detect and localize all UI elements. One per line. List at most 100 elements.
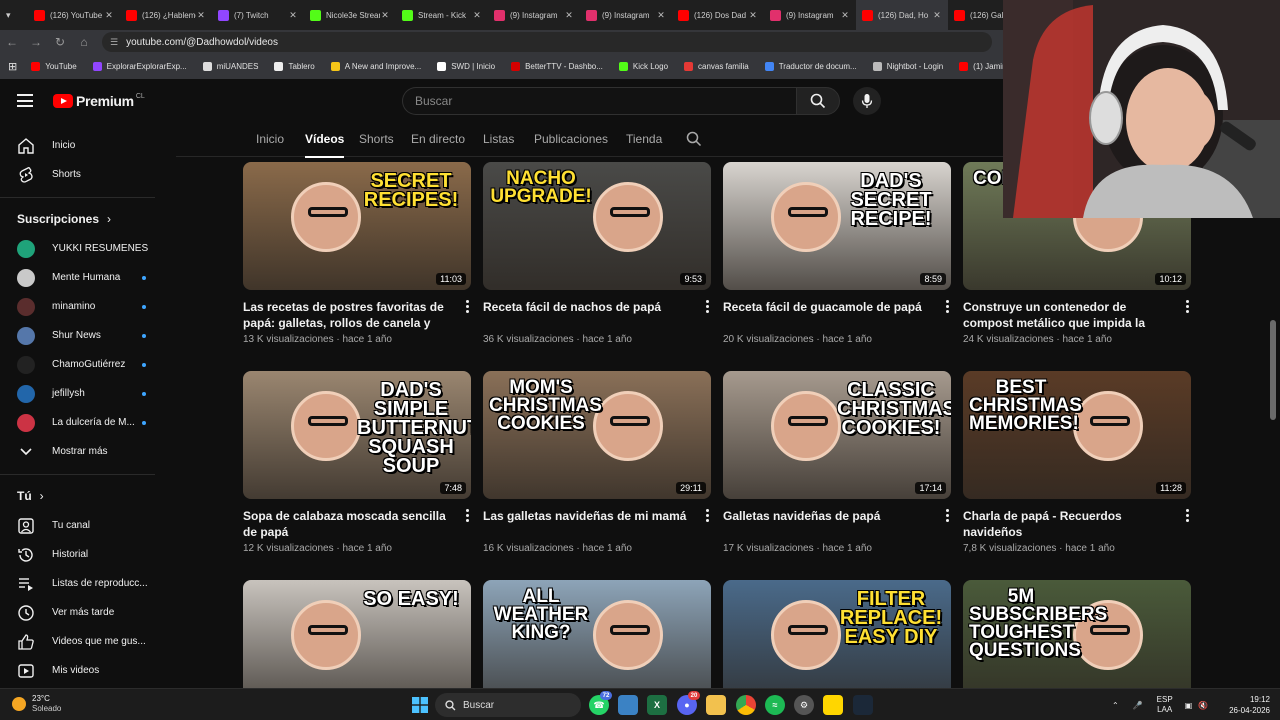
- subscriptions-heading[interactable]: Suscripciones ›: [0, 204, 170, 234]
- taskbar-search[interactable]: Buscar: [435, 693, 581, 717]
- more-options-icon[interactable]: [1185, 509, 1189, 524]
- video-title[interactable]: Receta fácil de guacamole de papá: [723, 299, 935, 331]
- tab-vídeos[interactable]: Vídeos: [305, 132, 345, 158]
- bookmark-item[interactable]: Traductor de docum...: [764, 62, 857, 71]
- video-thumbnail[interactable]: DAD'S SIMPLE BUTTERNUT SQUASH SOUP 7:48: [243, 371, 471, 499]
- tab-close-icon[interactable]: ✕: [748, 10, 758, 21]
- youtube-logo[interactable]: Premium CL: [53, 93, 145, 109]
- more-options-icon[interactable]: [945, 509, 949, 524]
- tab-publicaciones[interactable]: Publicaciones: [534, 132, 608, 146]
- bookmark-item[interactable]: BetterTTV - Dashbo...: [511, 62, 603, 71]
- browser-tab[interactable]: (9) Instagram ✕: [580, 0, 672, 30]
- video-card[interactable]: MOM'S CHRISTMAS COOKIES 29:11 Las galletas…: [483, 371, 711, 557]
- video-card[interactable]: CLASSIC CHRISTMAS COOKIES! 17:14 Galletas …: [723, 371, 951, 557]
- video-thumbnail[interactable]: MOM'S CHRISTMAS COOKIES 29:11: [483, 371, 711, 499]
- tab-close-icon[interactable]: ✕: [656, 10, 666, 21]
- browser-tab[interactable]: (126) ¿Hablemos✕: [120, 0, 212, 30]
- more-options-icon[interactable]: [945, 300, 949, 315]
- sidebar-item-you[interactable]: Mis videos: [0, 656, 170, 685]
- video-card[interactable]: SECRET RECIPES! 11:03 Las recetas de postr…: [243, 162, 471, 348]
- page-scrollbar[interactable]: [1270, 320, 1276, 420]
- sidebar-item-shorts[interactable]: Shorts: [0, 160, 170, 189]
- video-thumbnail[interactable]: DAD'S SECRET RECIPE! 8:59: [723, 162, 951, 290]
- browser-tab[interactable]: (126) YouTube ✕: [28, 0, 120, 30]
- subscription-item[interactable]: La dulcería de M...: [0, 408, 170, 437]
- tab-close-icon[interactable]: ✕: [196, 10, 206, 21]
- notepad-icon[interactable]: [618, 695, 638, 715]
- search-button[interactable]: [796, 87, 840, 115]
- tab-close-icon[interactable]: ✕: [840, 10, 850, 21]
- bookmark-item[interactable]: Tablero: [274, 62, 315, 71]
- tab-close-icon[interactable]: ✕: [564, 10, 574, 21]
- bookmark-item[interactable]: miUANDES: [202, 62, 258, 71]
- subscription-item[interactable]: Mente Humana: [0, 263, 170, 292]
- video-thumbnail[interactable]: BEST CHRISTMAS MEMORIES! 11:28: [963, 371, 1191, 499]
- bookmark-item[interactable]: SWD | Inicio: [437, 62, 495, 71]
- back-button[interactable]: ←: [0, 30, 24, 54]
- file-explorer-icon[interactable]: [706, 695, 726, 715]
- sidebar-item-you[interactable]: Videos que me gus...: [0, 627, 170, 656]
- bookmark-item[interactable]: ExplorarExplorarExp...: [92, 62, 187, 71]
- video-title[interactable]: Construye un contenedor de compost metál…: [963, 299, 1175, 331]
- network-icon[interactable]: ▣: [1185, 701, 1193, 710]
- video-card[interactable]: DAD'S SECRET RECIPE! 8:59 Receta fácil de …: [723, 162, 951, 348]
- video-title[interactable]: Las recetas de postres favoritas de papá…: [243, 299, 455, 331]
- subscription-item[interactable]: Shur News: [0, 321, 170, 350]
- sidebar-item-inicio[interactable]: Inicio: [0, 131, 170, 160]
- tab-en-directo[interactable]: En directo: [411, 132, 465, 146]
- tab-shorts[interactable]: Shorts: [359, 132, 394, 146]
- sticky-notes-icon[interactable]: [823, 695, 843, 715]
- more-options-icon[interactable]: [705, 300, 709, 315]
- bookmark-item[interactable]: Kick Logo: [618, 62, 668, 71]
- clock[interactable]: 19:12 26-04-2026: [1226, 694, 1270, 716]
- browser-tab[interactable]: (9) Instagram ✕: [488, 0, 580, 30]
- reload-button[interactable]: ↻: [48, 30, 72, 54]
- tab-tienda[interactable]: Tienda: [626, 132, 662, 146]
- forward-button[interactable]: →: [24, 30, 48, 54]
- more-options-icon[interactable]: [1185, 300, 1189, 315]
- home-button[interactable]: ⌂: [72, 30, 96, 54]
- tab-close-icon[interactable]: ✕: [104, 10, 114, 21]
- bookmark-item[interactable]: A New and Improve...: [330, 62, 421, 71]
- tab-close-icon[interactable]: ✕: [380, 10, 390, 21]
- tab-search-icon[interactable]: ▾: [0, 0, 28, 30]
- more-options-icon[interactable]: [465, 300, 469, 315]
- subscription-item[interactable]: YUKKI RESUMENES: [0, 234, 170, 263]
- video-title[interactable]: Sopa de calabaza moscada sencilla de pap…: [243, 508, 455, 540]
- browser-tab[interactable]: (126) Dos Dad ✕: [672, 0, 764, 30]
- settings-icon[interactable]: ⚙: [794, 695, 814, 715]
- browser-tab[interactable]: (9) Instagram ✕: [764, 0, 856, 30]
- tab-inicio[interactable]: Inicio: [256, 132, 284, 146]
- browser-tab[interactable]: (7) Twitch ✕: [212, 0, 304, 30]
- show-more-button[interactable]: Mostrar más: [0, 437, 170, 466]
- browser-tab[interactable]: (126) Dad, Ho ✕: [856, 0, 948, 30]
- browser-tab[interactable]: Nicole3e Stream ✕: [304, 0, 396, 30]
- channel-search-icon[interactable]: [686, 131, 702, 152]
- tray-microphone-icon[interactable]: 🎤: [1133, 701, 1143, 710]
- bookmark-item[interactable]: YouTube: [31, 62, 77, 71]
- steam-icon[interactable]: [853, 695, 873, 715]
- subscription-item[interactable]: ChamoGutiérrez: [0, 350, 170, 379]
- excel-icon[interactable]: X: [647, 695, 667, 715]
- video-card[interactable]: NACHO UPGRADE! 9:53 Receta fácil de nachos…: [483, 162, 711, 348]
- tray-chevron-up-icon[interactable]: ⌃: [1112, 701, 1119, 710]
- chrome-icon[interactable]: [736, 695, 756, 715]
- video-title[interactable]: Receta fácil de nachos de papá: [483, 299, 695, 331]
- video-thumbnail[interactable]: CLASSIC CHRISTMAS COOKIES! 17:14: [723, 371, 951, 499]
- search-input[interactable]: Buscar: [402, 87, 796, 115]
- windows-start-icon[interactable]: [410, 695, 430, 715]
- video-title[interactable]: Las galletas navideñas de mi mamá: [483, 508, 695, 540]
- subscription-item[interactable]: jefillysh: [0, 379, 170, 408]
- sidebar-item-you[interactable]: Ver más tarde: [0, 598, 170, 627]
- video-thumbnail[interactable]: NACHO UPGRADE! 9:53: [483, 162, 711, 290]
- address-bar[interactable]: ☰ youtube.com/@Dadhowdol/videos: [102, 32, 992, 52]
- sidebar-item-you[interactable]: Listas de reproducc...: [0, 569, 170, 598]
- bookmark-item[interactable]: canvas familia: [684, 62, 749, 71]
- more-options-icon[interactable]: [465, 509, 469, 524]
- tab-close-icon[interactable]: ✕: [472, 10, 482, 21]
- site-info-icon[interactable]: ☰: [110, 37, 118, 48]
- weather-widget[interactable]: 23°C Soleado: [12, 694, 61, 714]
- apps-icon[interactable]: ⊞: [8, 60, 17, 73]
- subscription-item[interactable]: minamino: [0, 292, 170, 321]
- voice-search-button[interactable]: [853, 87, 881, 115]
